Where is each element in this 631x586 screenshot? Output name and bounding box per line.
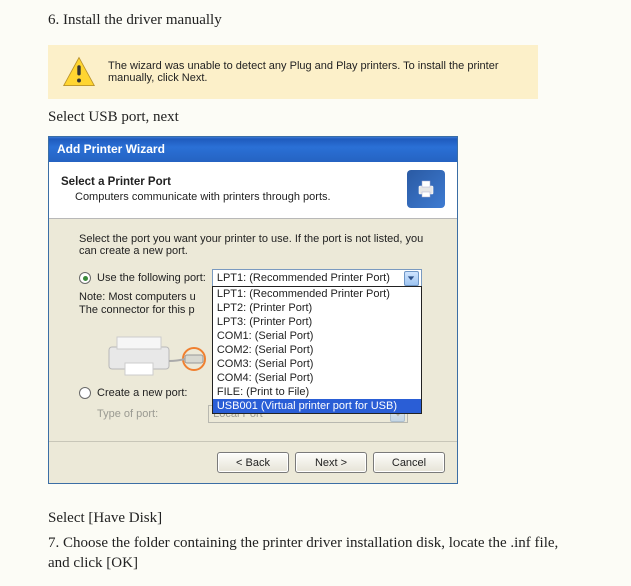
step-6-title: 6. Install the driver manually	[48, 12, 583, 29]
warning-icon	[62, 55, 96, 89]
port-option[interactable]: COM1: (Serial Port)	[213, 329, 421, 343]
use-port-label: Use the following port:	[97, 272, 206, 284]
cancel-button[interactable]: Cancel	[373, 452, 445, 473]
port-option[interactable]: COM3: (Serial Port)	[213, 357, 421, 371]
note-text: Note: Most computers u The connector for…	[79, 291, 209, 317]
use-port-radio[interactable]	[79, 272, 91, 284]
next-button[interactable]: Next >	[295, 452, 367, 473]
back-button[interactable]: < Back	[217, 452, 289, 473]
instruction-select-usb: Select USB port, next	[48, 109, 583, 126]
instruction-have-disk: Select [Have Disk]	[48, 510, 583, 527]
chevron-down-icon[interactable]	[404, 271, 419, 286]
dialog-title-bar: Add Printer Wizard	[49, 137, 457, 162]
warning-banner: The wizard was unable to detect any Plug…	[48, 45, 538, 99]
port-option[interactable]: LPT3: (Printer Port)	[213, 315, 421, 329]
type-of-port-label: Type of port:	[97, 408, 158, 420]
warning-text: The wizard was unable to detect any Plug…	[108, 60, 524, 84]
port-option[interactable]: FILE: (Print to File)	[213, 385, 421, 399]
port-option[interactable]: COM2: (Serial Port)	[213, 343, 421, 357]
create-port-label: Create a new port:	[97, 387, 188, 399]
note-line-2: The connector for this p	[79, 304, 195, 316]
add-printer-wizard-dialog: Add Printer Wizard Select a Printer Port…	[48, 136, 458, 484]
dialog-header: Select a Printer Port Computers communic…	[49, 162, 457, 219]
port-option[interactable]: LPT1: (Recommended Printer Port)	[213, 287, 421, 301]
port-dropdown-value: LPT1: (Recommended Printer Port)	[217, 272, 390, 284]
dialog-header-title: Select a Printer Port	[61, 176, 331, 188]
step-7-text: 7. Choose the folder containing the prin…	[48, 533, 583, 574]
create-port-radio[interactable]	[79, 387, 91, 399]
port-dropdown[interactable]: LPT1: (Recommended Printer Port)	[212, 269, 422, 287]
dialog-header-subtitle: Computers communicate with printers thro…	[75, 191, 331, 203]
port-option[interactable]: COM4: (Serial Port)	[213, 371, 421, 385]
port-option[interactable]: LPT2: (Printer Port)	[213, 301, 421, 315]
printer-icon	[407, 170, 445, 208]
dialog-prompt: Select the port you want your printer to…	[79, 233, 427, 257]
note-line-1: Note: Most computers u	[79, 291, 196, 303]
port-option-selected[interactable]: USB001 (Virtual printer port for USB)	[213, 399, 421, 413]
port-dropdown-list[interactable]: LPT1: (Recommended Printer Port) LPT2: (…	[212, 286, 422, 414]
dialog-body: Select the port you want your printer to…	[49, 219, 457, 441]
dialog-button-row: < Back Next > Cancel	[49, 441, 457, 483]
